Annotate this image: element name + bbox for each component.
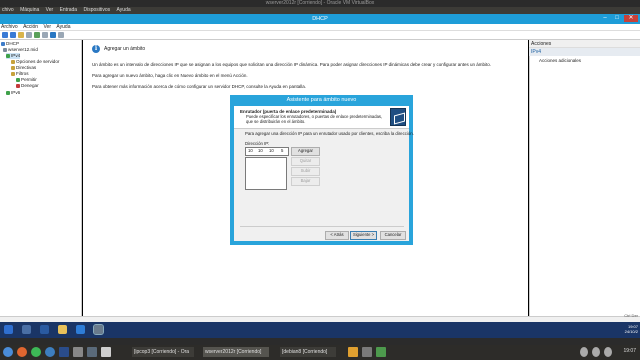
actions-header: Acciones	[529, 40, 640, 48]
dhcp-icon	[1, 41, 5, 46]
tree-item-deny[interactable]: Denegar	[16, 83, 39, 89]
ip-address-label: Dirección IP:	[245, 141, 270, 146]
wizard-prompt: Para agregar una dirección IP para un en…	[245, 131, 414, 136]
properties-icon[interactable]	[58, 32, 64, 38]
cancel-button[interactable]: Cancelar	[380, 231, 406, 240]
actions-pane	[529, 40, 640, 316]
virtualbox-icon[interactable]	[59, 347, 69, 357]
firefox-icon[interactable]	[17, 347, 27, 357]
tray-icon-1[interactable]	[348, 347, 358, 357]
move-down-button[interactable]: Bajar	[291, 177, 320, 186]
menu-icon[interactable]	[3, 347, 13, 357]
taskbar-debian8[interactable]: [debian8 [Corriendo]	[280, 347, 336, 357]
menu-accion[interactable]: Acción	[22, 24, 41, 30]
remove-button[interactable]: Quitar	[291, 157, 320, 166]
mmc-toolbar	[0, 31, 640, 40]
actions-more-link[interactable]: Acciones adicionales	[539, 58, 581, 63]
host-window-title: wserver2012r [Corriendo] - Oracle VM Vir…	[0, 0, 640, 7]
files-icon[interactable]	[87, 347, 97, 357]
window-controls: – □ ✕	[600, 15, 638, 23]
close-button[interactable]: ✕	[624, 15, 638, 22]
content-paragraph-3: Para obtener más información acerca de c…	[92, 84, 306, 89]
menu-archivo[interactable]: Archivo	[0, 24, 21, 30]
router-list[interactable]	[245, 157, 287, 190]
guest-clock: 19:07 24/10/2	[624, 324, 638, 334]
vbox-status-bar	[0, 338, 640, 345]
host-key-indicator: Ctrl Der	[624, 313, 638, 318]
tray-icon-3[interactable]	[376, 347, 386, 357]
content-heading: Agregar un ámbito	[104, 46, 146, 52]
ipv6-icon	[6, 90, 10, 95]
content-paragraph-1: Un ámbito es un intervalo de direcciones…	[92, 62, 491, 67]
ipv4-icon	[6, 53, 10, 58]
options-icon	[11, 59, 15, 64]
battery-icon[interactable]	[604, 347, 612, 357]
dhcp-taskbar-icon[interactable]	[93, 324, 104, 335]
host-menu-help[interactable]: Ayuda	[115, 7, 134, 13]
terminal-icon[interactable]	[73, 347, 83, 357]
mmc-menu-bar: Archivo Acción Ver Ayuda	[0, 24, 640, 31]
actions-section-ipv4[interactable]: IPv4	[529, 48, 640, 56]
host-menu-view[interactable]: Ver	[44, 7, 57, 13]
volume-icon[interactable]	[592, 347, 600, 357]
dhcp-window-title: DHCP	[0, 14, 640, 24]
ip-octet-1[interactable]: 10	[248, 147, 253, 154]
host-clock: 19:07	[623, 348, 636, 354]
ip-octet-2[interactable]: 10	[258, 147, 263, 154]
taskbar-wserver2012r[interactable]: wserver2012r [Corriendo]	[203, 347, 269, 357]
add-button[interactable]: Agregar	[291, 147, 320, 156]
powershell-icon[interactable]	[40, 325, 49, 334]
back-button[interactable]: < Atrás	[325, 231, 349, 240]
allow-icon	[16, 77, 20, 82]
ip-octet-3[interactable]: 10	[269, 147, 274, 154]
forward-icon[interactable]	[10, 32, 16, 38]
console-tree: DHCP wserver12.mid IPv4 Opciones de serv…	[0, 40, 82, 316]
menu-ayuda[interactable]: Ayuda	[55, 24, 73, 30]
wizard-header-description: Puede especificar los enrutadores, o pue…	[246, 114, 383, 124]
info-icon: i	[92, 45, 100, 53]
filter-icon	[11, 71, 15, 76]
server-manager-icon[interactable]	[22, 325, 31, 334]
tray-icon-2[interactable]	[362, 347, 372, 357]
back-icon[interactable]	[2, 32, 8, 38]
refresh-icon[interactable]	[34, 32, 40, 38]
text-editor-icon[interactable]	[101, 347, 111, 357]
export-icon[interactable]	[42, 32, 48, 38]
deny-icon	[16, 83, 20, 88]
help-icon[interactable]	[50, 32, 56, 38]
move-up-button[interactable]: Subir	[291, 167, 320, 176]
policies-icon	[11, 65, 15, 70]
folder-icon[interactable]	[18, 32, 24, 38]
explorer-icon[interactable]	[58, 325, 67, 334]
content-paragraph-2: Para agregar un nuevo ámbito, haga clic …	[92, 73, 248, 78]
ie-icon[interactable]	[76, 325, 85, 334]
start-icon[interactable]	[4, 325, 13, 334]
ip-octet-4[interactable]: 5	[281, 147, 283, 154]
maximize-button[interactable]: □	[612, 15, 622, 22]
tree-item-ipv6[interactable]: IPv6	[6, 90, 20, 96]
host-menu-machine[interactable]: Máquina	[18, 7, 42, 13]
minimize-button[interactable]: –	[600, 15, 610, 22]
server-icon	[3, 47, 7, 52]
wizard-title: Asistente para ámbito nuevo	[286, 97, 357, 103]
host-menu-input[interactable]: Entrada	[58, 7, 81, 13]
host-menu-devices[interactable]: Dispositivos	[81, 7, 113, 13]
wizard-separator	[240, 226, 404, 227]
host-menu-file[interactable]: chivo	[0, 7, 17, 13]
spotify-icon[interactable]	[31, 347, 41, 357]
network-icon[interactable]	[580, 347, 588, 357]
wizard-logo-icon	[390, 108, 406, 126]
host-menu-bar: chivo Máquina Ver Entrada Dispositivos A…	[0, 7, 640, 14]
menu-ver[interactable]: Ver	[42, 24, 54, 30]
taskbar-ipcop3[interactable]: [ipcop3 [Corriendo] - Ora	[132, 347, 194, 357]
list-icon[interactable]	[26, 32, 32, 38]
skype-icon[interactable]	[45, 347, 55, 357]
next-button[interactable]: Siguiente >	[350, 231, 377, 240]
